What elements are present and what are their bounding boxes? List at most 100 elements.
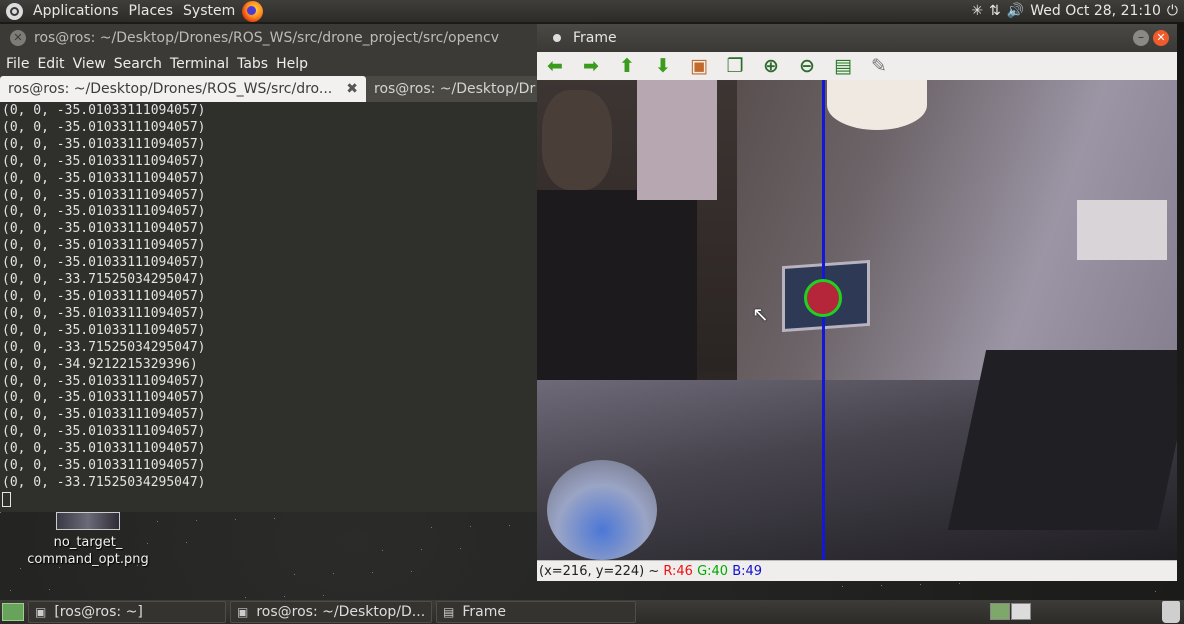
ubuntu-logo-icon[interactable] — [6, 2, 23, 20]
file-label: no_target_ command_opt.png — [12, 534, 164, 568]
terminal-line: (0, 0, -35.01033111094057) — [2, 322, 206, 338]
clock[interactable]: Wed Oct 28, 21:10 — [1030, 3, 1161, 19]
terminal-line: (0, 0, -35.01033111094057) — [2, 221, 206, 237]
terminal-line: (0, 0, -33.71525034295047) — [2, 474, 206, 490]
desktop-star — [196, 520, 197, 521]
window-icon: ▤ — [443, 605, 455, 619]
scene-mouse — [547, 460, 657, 560]
taskbar-item-terminal-desktop[interactable]: ▣ ros@ros: ~/Desktop/D... — [230, 601, 432, 623]
pan-right-icon[interactable]: ➡ — [579, 55, 603, 77]
workspace-switcher — [990, 603, 1032, 620]
menu-help[interactable]: Help — [272, 56, 312, 72]
menu-places[interactable]: Places — [124, 3, 179, 19]
scene-person-shirt — [537, 190, 697, 380]
close-icon[interactable]: ✕ — [10, 30, 26, 46]
workspace-2[interactable] — [1011, 603, 1031, 620]
terminal-line: (0, 0, -35.01033111094057) — [2, 288, 206, 304]
save-icon[interactable]: ▤ — [831, 55, 855, 77]
terminal-title: ros@ros: ~/Desktop/Drones/ROS_WS/src/dro… — [34, 30, 499, 46]
network-icon[interactable]: ⇅ — [989, 3, 1001, 19]
menu-search[interactable]: Search — [110, 56, 166, 72]
file-label-line-2: command_opt.png — [27, 552, 149, 567]
terminal-line: (0, 0, -33.71525034295047) — [2, 339, 206, 355]
tab-terminal-2[interactable]: ros@ros: ~/Desktop/Dr — [366, 76, 537, 102]
zoom-in-icon[interactable]: ⊕ — [759, 55, 783, 77]
desktop-star — [235, 519, 236, 520]
window-menu-icon[interactable] — [553, 34, 561, 42]
desktop-star — [333, 573, 334, 574]
zoom-original-icon[interactable]: ▣ — [687, 55, 711, 77]
terminal-line: (0, 0, -35.01033111094057) — [2, 407, 206, 423]
desktop-file-no-target-command-opt[interactable]: no_target_ command_opt.png — [12, 512, 164, 568]
taskbar-item-frame[interactable]: ▤ Frame — [436, 601, 636, 623]
menu-system[interactable]: System — [178, 3, 240, 19]
menu-edit[interactable]: Edit — [33, 56, 68, 72]
pan-down-icon[interactable]: ⬇ — [651, 55, 675, 77]
bluetooth-icon[interactable]: ✳ — [971, 3, 983, 19]
menu-view[interactable]: View — [69, 56, 110, 72]
tab-label: ros@ros: ~/Desktop/Drones/ROS_WS/src/dro… — [8, 81, 333, 97]
tab-close-icon[interactable]: ✖ — [346, 81, 358, 97]
desktop-star — [431, 527, 432, 528]
desktop-star — [274, 518, 275, 519]
mouse-cursor-icon: ↖ — [752, 302, 769, 326]
terminal-line: (0, 0, -35.01033111094057) — [2, 170, 206, 186]
volume-icon[interactable]: 🔊 — [1007, 3, 1024, 19]
terminal-line: (0, 0, -35.01033111094057) — [2, 373, 206, 389]
desktop-star — [294, 574, 295, 575]
terminal-line: (0, 0, -34.9212215329396) — [2, 356, 198, 372]
status-r: R:46 — [663, 564, 693, 579]
desktop-star — [421, 549, 422, 550]
terminal-menubar: File Edit View Search Terminal Tabs Help — [0, 52, 537, 76]
image-thumbnail-icon — [56, 512, 120, 530]
terminal-line: (0, 0, -35.01033111094057) — [2, 424, 206, 440]
pan-left-icon[interactable]: ⬅ — [543, 55, 567, 77]
desktop-star — [186, 542, 187, 543]
frame-titlebar[interactable]: Frame – ✕ — [537, 24, 1177, 52]
terminal-output[interactable]: (0, 0, -35.01033111094057) (0, 0, -35.010… — [0, 102, 537, 509]
power-icon[interactable]: ⏻ — [1167, 3, 1178, 19]
desktop-star — [284, 596, 285, 597]
terminal-icon: ▣ — [35, 605, 47, 619]
center-line — [822, 80, 825, 560]
scene-keyboard — [947, 350, 1177, 530]
target-marker — [804, 279, 842, 317]
terminal-tabs: ros@ros: ~/Desktop/Drones/ROS_WS/src/dro… — [0, 76, 537, 102]
show-desktop-icon[interactable] — [2, 603, 24, 621]
terminal-line: (0, 0, -35.01033111094057) — [2, 204, 206, 220]
terminal-line: (0, 0, -35.01033111094057) — [2, 187, 206, 203]
terminal-line: (0, 0, -35.01033111094057) — [2, 119, 206, 135]
terminal-line: (0, 0, -35.01033111094057) — [2, 458, 206, 474]
pan-up-icon[interactable]: ⬆ — [615, 55, 639, 77]
trash-icon[interactable] — [1162, 601, 1180, 623]
desktop-star — [411, 571, 412, 572]
desktop-star — [245, 597, 246, 598]
terminal-line: (0, 0, -35.01033111094057) — [2, 153, 206, 169]
camera-frame-image[interactable]: ↖ — [537, 80, 1177, 560]
status-coords: (x=216, y=224) ~ — [539, 564, 660, 579]
tab-terminal-1[interactable]: ros@ros: ~/Desktop/Drones/ROS_WS/src/dro… — [0, 76, 366, 102]
tab-label: ros@ros: ~/Desktop/Dr — [374, 81, 536, 97]
terminal-line: (0, 0, -35.01033111094057) — [2, 441, 206, 457]
taskbar-label: [ros@ros: ~] — [54, 604, 143, 620]
zoom-fit-icon[interactable]: ❐ — [723, 55, 747, 77]
zoom-out-icon[interactable]: ⊖ — [795, 55, 819, 77]
firefox-launcher-icon[interactable] — [242, 0, 264, 22]
properties-brush-icon[interactable]: ✎ — [867, 55, 891, 77]
menu-applications[interactable]: Applications — [28, 3, 124, 19]
terminal-prompt-line — [2, 491, 537, 509]
desktop-star — [20, 568, 21, 569]
menu-file[interactable]: File — [2, 56, 33, 72]
terminal-titlebar[interactable]: ✕ ros@ros: ~/Desktop/Drones/ROS_WS/src/d… — [0, 24, 537, 52]
taskbar-item-terminal-home[interactable]: ▣ [ros@ros: ~] — [28, 601, 226, 623]
menu-tabs[interactable]: Tabs — [233, 56, 272, 72]
terminal-line: (0, 0, -35.01033111094057) — [2, 136, 206, 152]
close-icon[interactable]: ✕ — [1153, 30, 1169, 46]
terminal-line: (0, 0, -35.01033111094057) — [2, 255, 206, 271]
workspace-1[interactable] — [990, 603, 1010, 620]
frame-window: Frame – ✕ ⬅ ➡ ⬆ ⬇ ▣ ❐ ⊕ ⊖ ▤ ✎ ↖ (x=216, … — [537, 24, 1177, 581]
menu-terminal[interactable]: Terminal — [166, 56, 233, 72]
terminal-line: (0, 0, -35.01033111094057) — [2, 103, 206, 118]
terminal-icon: ▣ — [237, 605, 249, 619]
minimize-icon[interactable]: – — [1133, 30, 1149, 46]
